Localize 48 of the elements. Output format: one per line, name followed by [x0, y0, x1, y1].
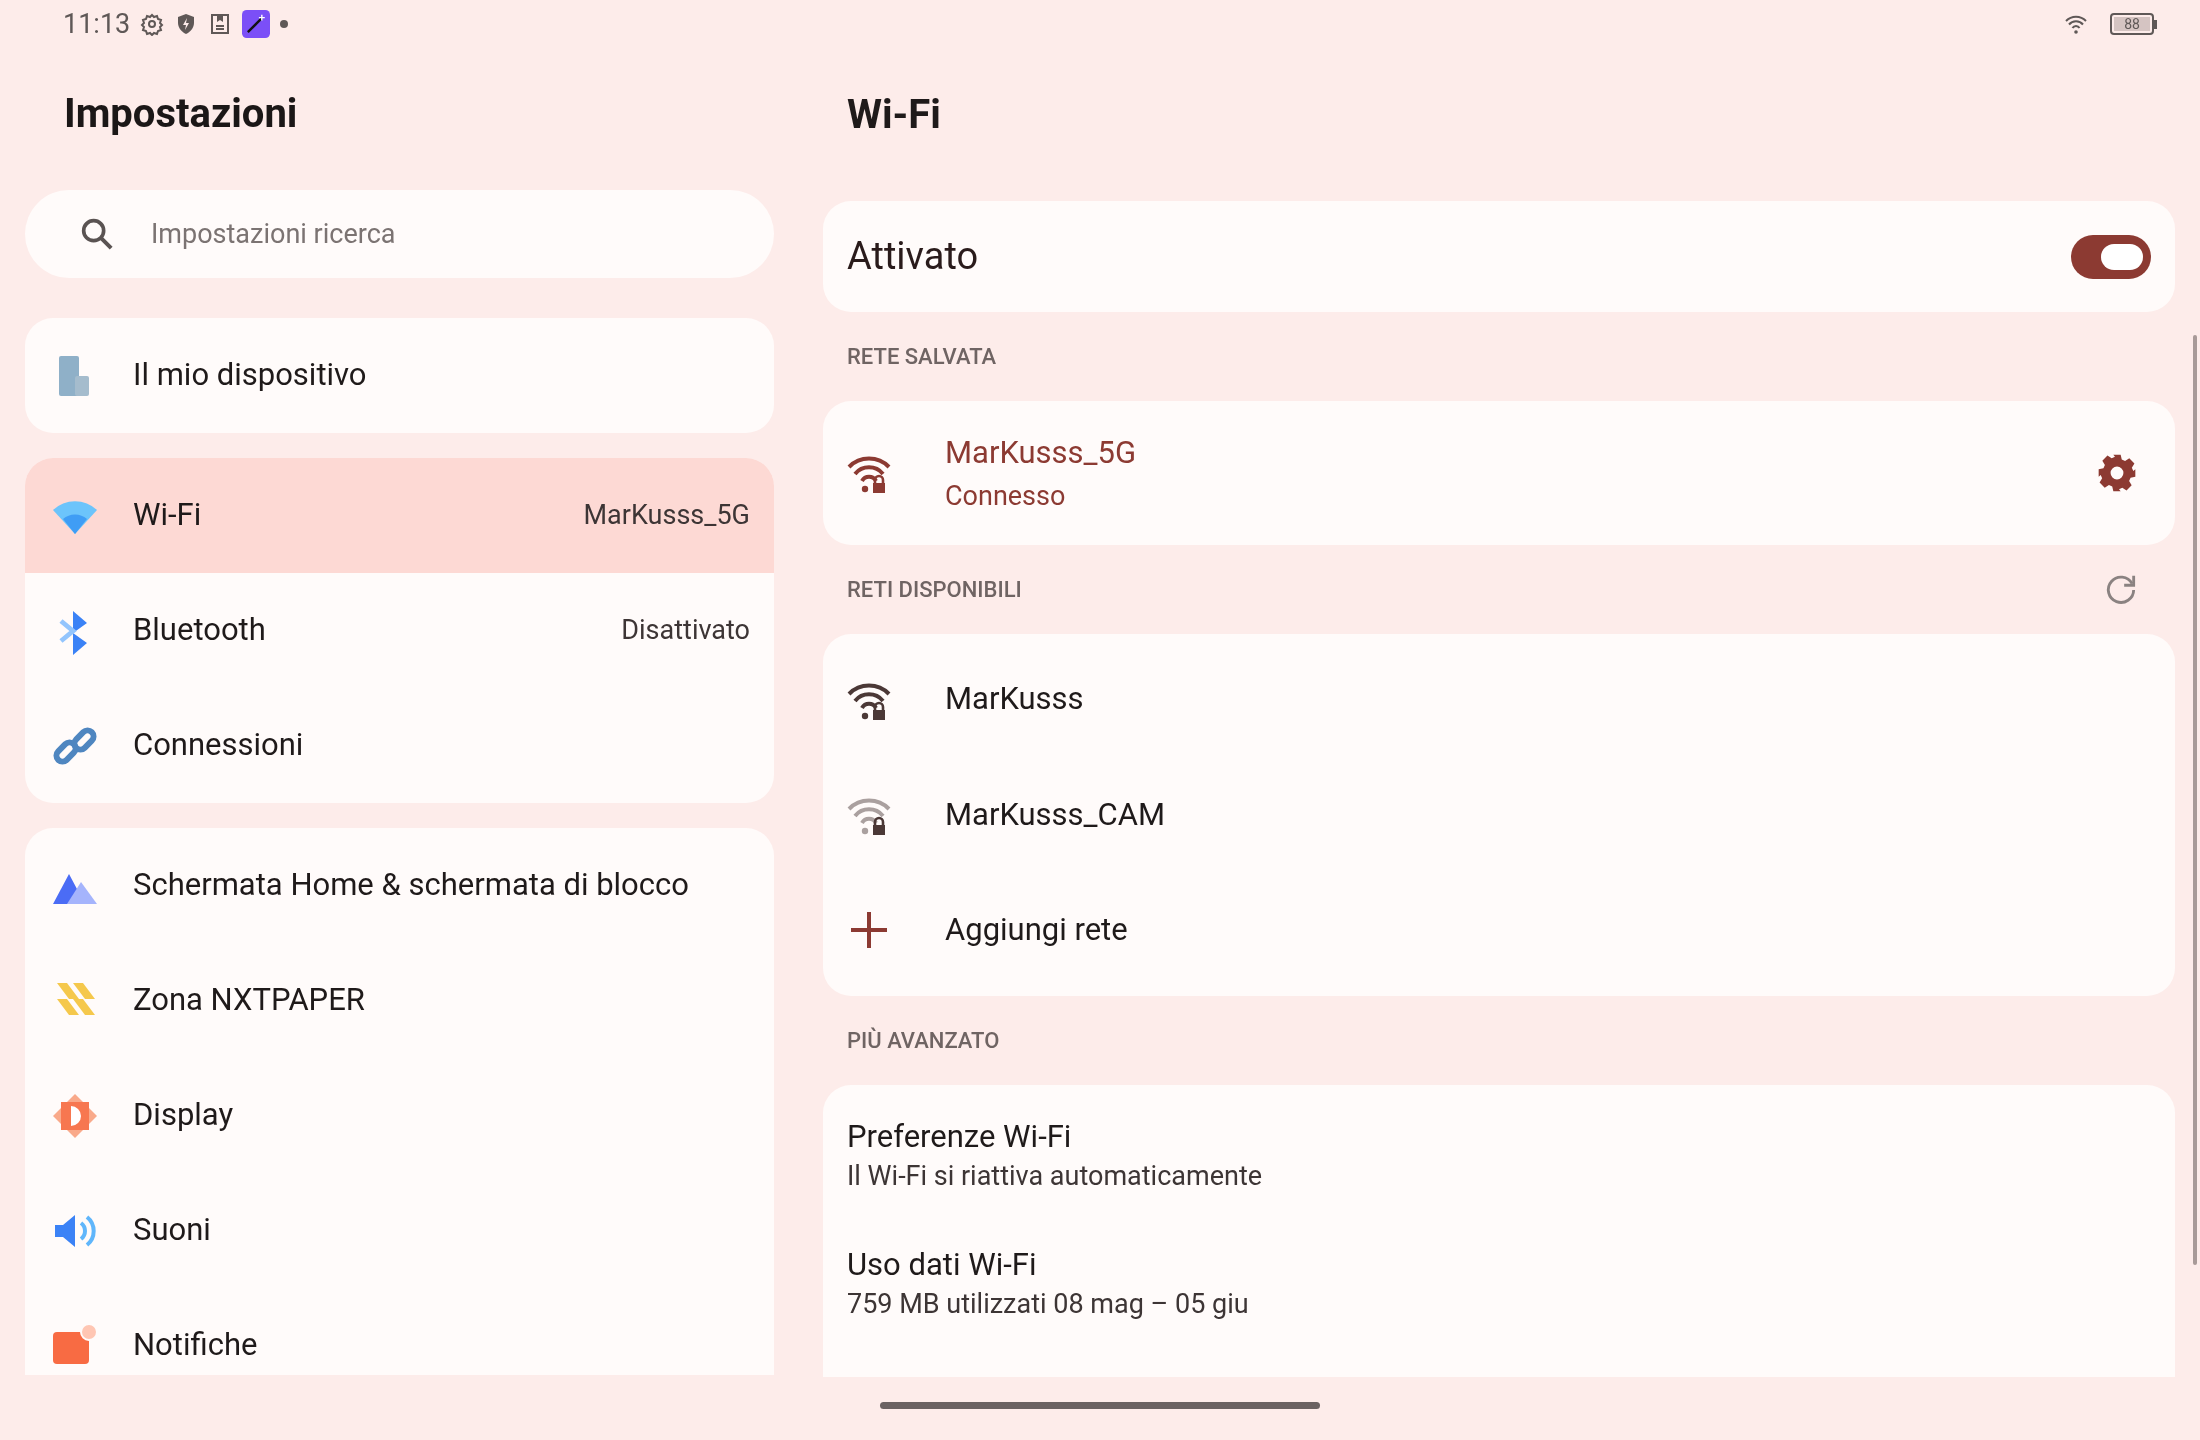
- battery-level: 88: [2114, 17, 2150, 31]
- toggle-label: Attivato: [847, 233, 979, 280]
- settings-title: Impostazioni: [63, 94, 299, 134]
- section-header: RETE SALVATA: [847, 343, 997, 371]
- item-title: Preferenze Wi-Fi: [847, 1117, 1073, 1157]
- network-item[interactable]: Aggiungi rete: [823, 872, 2175, 988]
- settings-item[interactable]: Connessioni: [25, 688, 774, 803]
- network-name: MarKusss_CAM: [945, 794, 1166, 835]
- item-label: Notifiche: [133, 1325, 259, 1366]
- settings-item[interactable]: Wi-Fi MarKusss_5G: [25, 458, 774, 573]
- settings-item[interactable]: Display: [25, 1058, 774, 1173]
- item-label: Il mio dispositivo: [133, 355, 368, 396]
- settings-item[interactable]: Schermata Home & schermata di blocco: [25, 828, 774, 943]
- toggle-switch[interactable]: [2071, 234, 2151, 279]
- network-item[interactable]: MarKusss_CAM: [823, 757, 2175, 873]
- saved-network[interactable]: MarKusss_5G Connesso: [823, 401, 2175, 545]
- settings-item[interactable]: Notifiche: [25, 1288, 774, 1375]
- item-value: MarKusss_5G: [583, 498, 750, 534]
- page-title: Wi-Fi: [846, 95, 942, 135]
- network-name: MarKusss_5G: [945, 432, 1138, 473]
- item-value: Disattivato: [621, 613, 750, 649]
- search-field[interactable]: Impostazioni ricerca: [25, 190, 774, 278]
- magic-wand-icon: [242, 10, 271, 38]
- status-time: 11:13: [63, 6, 131, 42]
- settings-item[interactable]: Zona NXTPAPER: [25, 943, 774, 1058]
- display-icon: [51, 1091, 99, 1140]
- settings-item[interactable]: Bluetooth Disattivato: [25, 573, 774, 688]
- item-label: Display: [133, 1095, 235, 1136]
- item-label: Connessioni: [133, 725, 305, 766]
- item-label: Wi-Fi: [133, 495, 203, 536]
- network-name: Aggiungi rete: [945, 910, 1128, 951]
- gear-icon: [140, 12, 165, 36]
- network-status: Connesso: [945, 479, 1067, 514]
- advanced-item[interactable]: Uso dati Wi-Fi 759 MB utilizzati 08 mag – 05 giu: [847, 1245, 2175, 1323]
- settings-item[interactable]: Il mio dispositivo: [25, 318, 774, 433]
- item-subtitle: 759 MB utilizzati 08 mag – 05 giu: [847, 1287, 1250, 1322]
- item-subtitle: Il Wi-Fi si riattiva automaticamente: [847, 1159, 1264, 1194]
- advanced-item[interactable]: Preferenze Wi-Fi Il Wi-Fi si riattiva automaticamente: [847, 1117, 2175, 1195]
- network-name: MarKusss: [945, 679, 1084, 720]
- section-header: RETI DISPONIBILI: [847, 576, 1022, 604]
- section-header: PIÙ AVANZATO: [847, 1026, 1000, 1055]
- item-label: Suoni: [133, 1210, 212, 1251]
- item-label: Schermata Home & schermata di blocco: [133, 865, 690, 906]
- network-item[interactable]: MarKusss: [823, 642, 2175, 758]
- item-label: Bluetooth: [133, 610, 267, 651]
- settings-item[interactable]: Suoni: [25, 1173, 774, 1288]
- item-title: Uso dati Wi-Fi: [847, 1245, 1038, 1285]
- item-label: Zona NXTPAPER: [133, 980, 366, 1021]
